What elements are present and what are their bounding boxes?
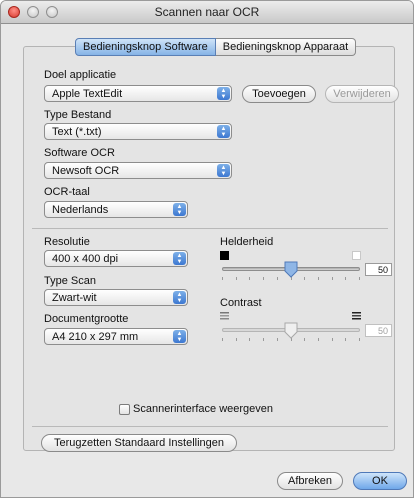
- scanner-interface-label[interactable]: Scannerinterface weergeven: [133, 403, 273, 415]
- slider-tick: [277, 277, 278, 280]
- scanner-interface-checkbox[interactable]: [119, 404, 130, 415]
- ocr-language-label: OCR-taal: [44, 186, 90, 198]
- slider-tick: [222, 338, 223, 341]
- title-bar[interactable]: Scannen naar OCR: [1, 1, 413, 24]
- up-down-arrows-icon: ▲ ▼: [173, 203, 186, 216]
- resolution-label: Resolutie: [44, 236, 90, 248]
- slider-tick: [304, 338, 305, 341]
- settings-panel: [23, 46, 395, 451]
- slider-tick: [318, 277, 319, 280]
- slider-tick: [345, 277, 346, 280]
- slider-tick: [332, 277, 333, 280]
- slider-tick: [277, 338, 278, 341]
- add-button[interactable]: Toevoegen: [242, 85, 316, 103]
- tab-software-button[interactable]: Bedieningsknop Software: [75, 38, 216, 56]
- ocr-software-label: Software OCR: [44, 147, 115, 159]
- resolution-popup[interactable]: 400 x 400 dpi ▲ ▼: [44, 250, 188, 267]
- black-square-icon: [220, 251, 229, 260]
- file-type-label: Type Bestand: [44, 109, 112, 121]
- resolution-value: 400 x 400 dpi: [52, 253, 119, 265]
- tab-bar: Bedieningsknop Software Bedieningsknop A…: [75, 38, 357, 56]
- cancel-button[interactable]: Afbreken: [277, 472, 343, 490]
- contrast-value-field[interactable]: 50: [365, 324, 392, 337]
- file-type-popup[interactable]: Text (*.txt) ▲ ▼: [44, 123, 232, 140]
- lines-low-contrast-icon: [220, 312, 229, 320]
- ok-button[interactable]: OK: [353, 472, 407, 490]
- separator: [32, 426, 388, 427]
- contrast-label: Contrast: [220, 297, 262, 309]
- slider-tick: [304, 277, 305, 280]
- slider-tick: [222, 277, 223, 280]
- slider-tick: [318, 338, 319, 341]
- scan-type-value: Zwart-wit: [52, 292, 97, 304]
- target-app-value: Apple TextEdit: [52, 88, 123, 100]
- up-down-arrows-icon: ▲ ▼: [217, 164, 230, 177]
- slider-tick: [332, 338, 333, 341]
- slider-tick: [263, 338, 264, 341]
- up-down-arrows-icon: ▲ ▼: [217, 87, 230, 100]
- scan-type-label: Type Scan: [44, 275, 96, 287]
- scan-type-popup[interactable]: Zwart-wit ▲ ▼: [44, 289, 188, 306]
- lines-high-contrast-icon: [352, 312, 361, 320]
- up-down-arrows-icon: ▲ ▼: [173, 330, 186, 343]
- ocr-software-value: Newsoft OCR: [52, 165, 120, 177]
- window-title: Scannen naar OCR: [154, 5, 260, 19]
- slider-tick: [249, 338, 250, 341]
- ocr-language-value: Nederlands: [52, 204, 109, 216]
- reset-defaults-button[interactable]: Terugzetten Standaard Instellingen: [41, 434, 237, 452]
- document-size-value: A4 210 x 297 mm: [52, 331, 139, 343]
- slider-tick: [263, 277, 264, 280]
- white-square-icon: [352, 251, 361, 260]
- slider-tick: [249, 277, 250, 280]
- slider-tick: [236, 277, 237, 280]
- up-down-arrows-icon: ▲ ▼: [173, 291, 186, 304]
- target-app-popup[interactable]: Apple TextEdit ▲ ▼: [44, 85, 232, 102]
- slider-tick: [345, 338, 346, 341]
- brightness-label: Helderheid: [220, 236, 274, 248]
- contrast-slider-thumb[interactable]: [284, 322, 298, 339]
- up-down-arrows-icon: ▲ ▼: [217, 125, 230, 138]
- slider-tick: [236, 338, 237, 341]
- document-size-label: Documentgrootte: [44, 313, 129, 325]
- remove-button[interactable]: Verwijderen: [325, 85, 399, 103]
- slider-tick: [359, 277, 360, 280]
- file-type-value: Text (*.txt): [52, 126, 102, 138]
- ocr-language-popup[interactable]: Nederlands ▲ ▼: [44, 201, 188, 218]
- slider-tick: [359, 338, 360, 341]
- brightness-slider-thumb[interactable]: [284, 261, 298, 278]
- up-down-arrows-icon: ▲ ▼: [173, 252, 186, 265]
- document-size-popup[interactable]: A4 210 x 297 mm ▲ ▼: [44, 328, 188, 345]
- tab-device-button[interactable]: Bedieningsknop Apparaat: [215, 38, 357, 56]
- target-app-label: Doel applicatie: [44, 69, 117, 81]
- separator: [32, 228, 388, 229]
- ocr-software-popup[interactable]: Newsoft OCR ▲ ▼: [44, 162, 232, 179]
- brightness-value-field[interactable]: 50: [365, 263, 392, 276]
- dialog-window: Scannen naar OCR Bedieningsknop Software…: [0, 0, 414, 498]
